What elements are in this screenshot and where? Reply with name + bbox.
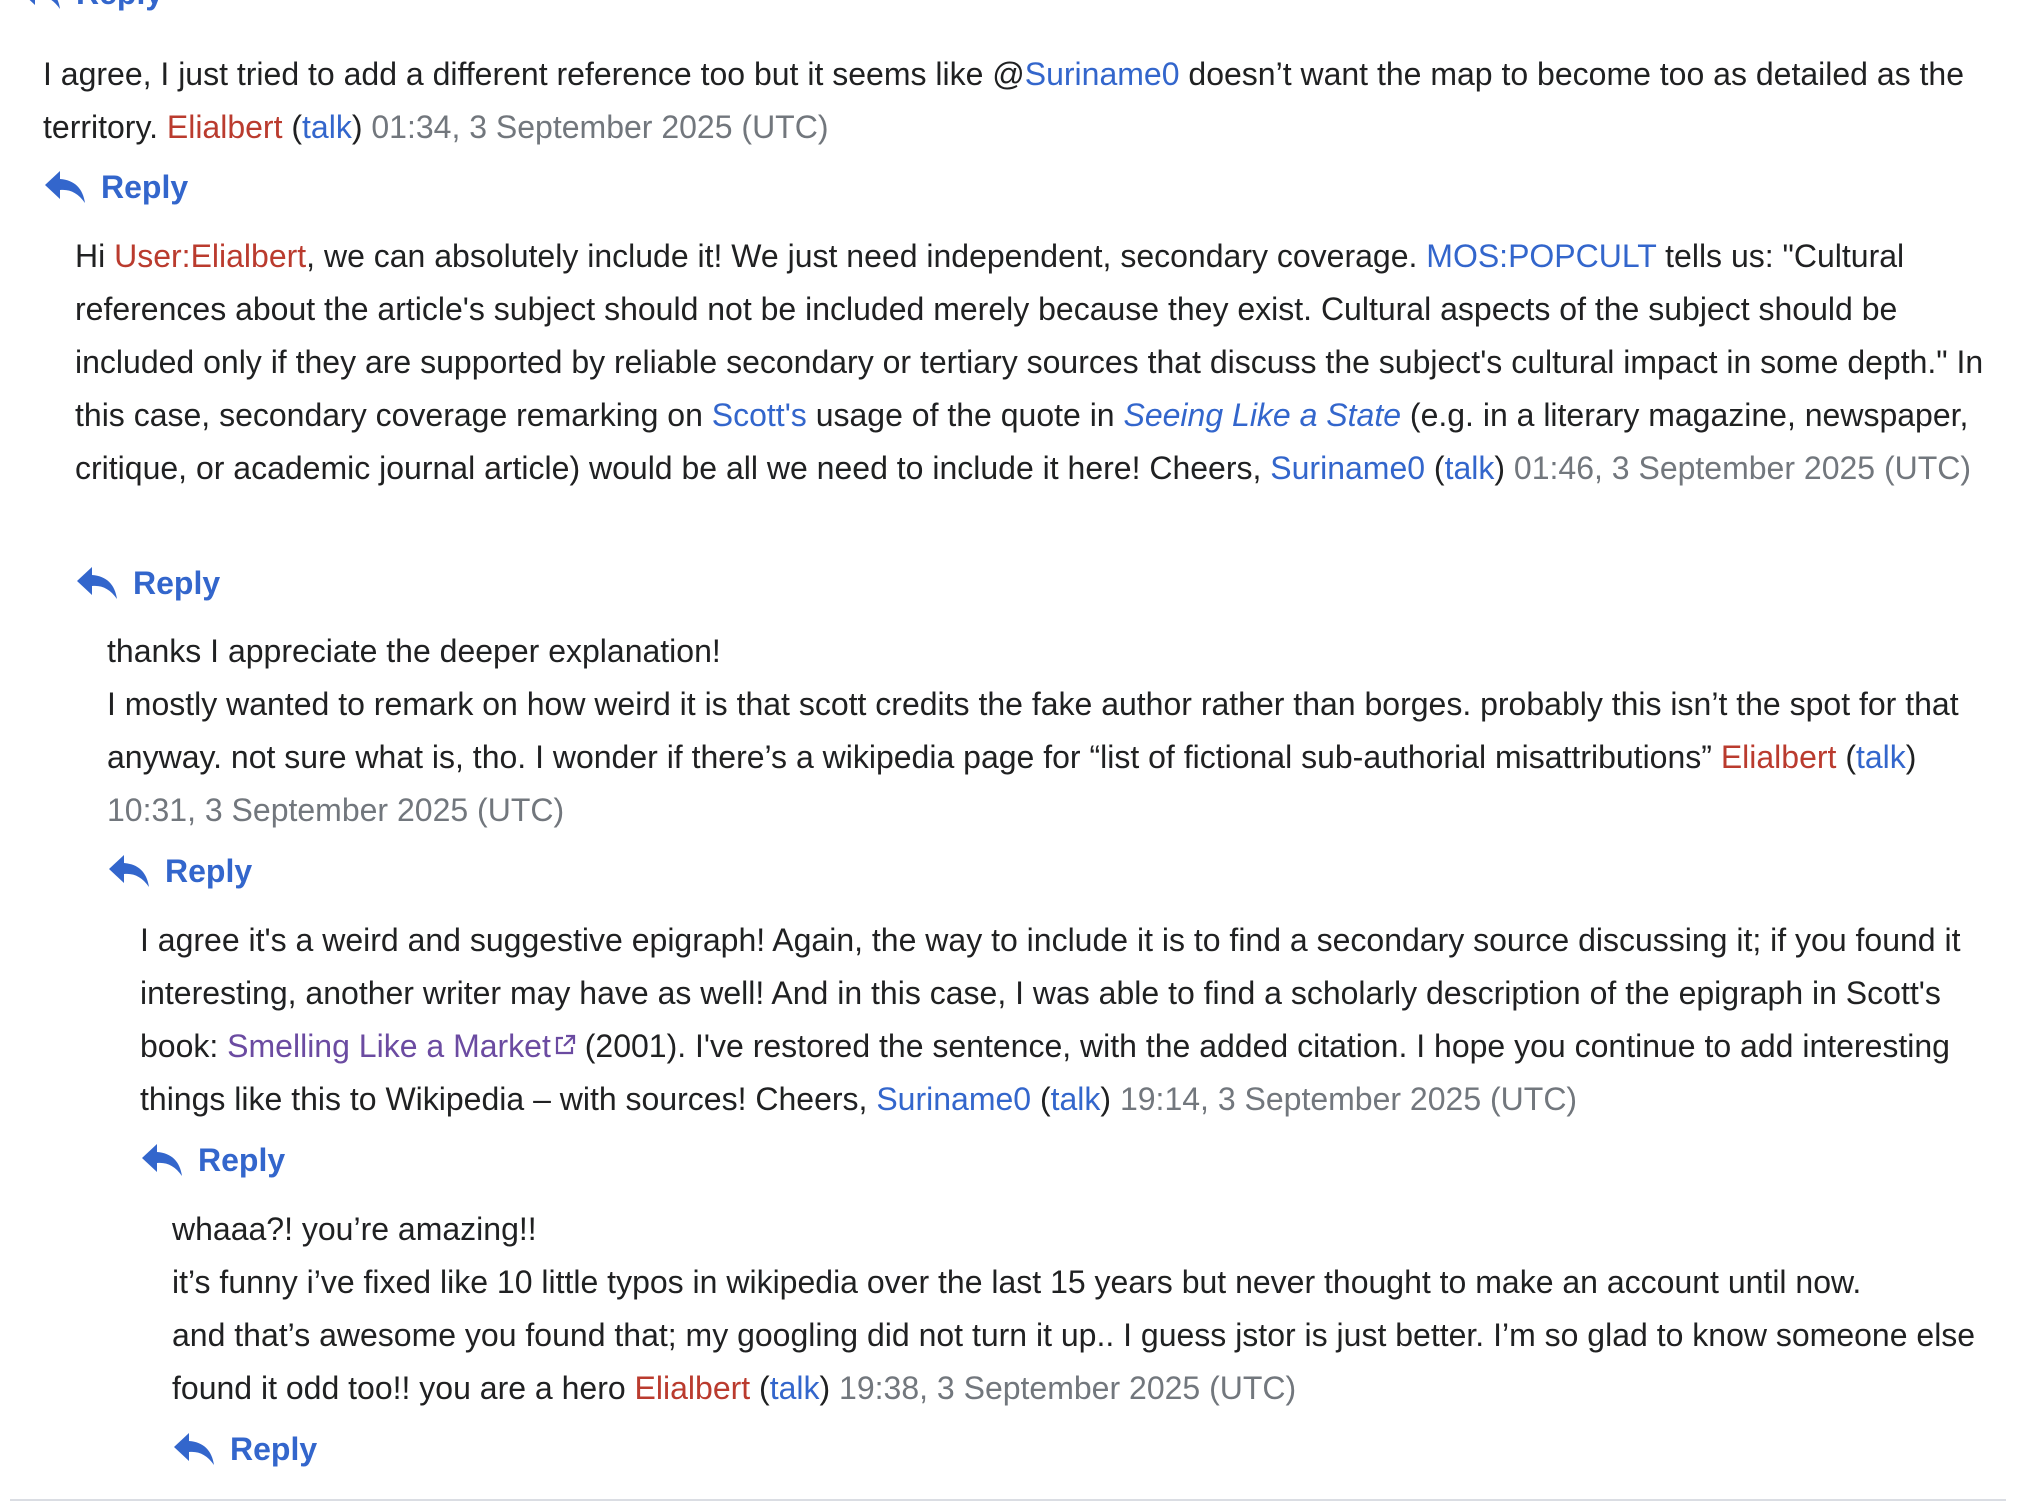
user-link[interactable]: Suriname0 [876, 1081, 1031, 1117]
comment-text: I mostly wanted to remark on how weird i… [107, 686, 1959, 828]
timestamp: 19:38, 3 September 2025 (UTC) [839, 1370, 1297, 1406]
reply-button[interactable]: Reply [18, 0, 163, 12]
comment: I agree it's a weird and suggestive epig… [140, 914, 2000, 1126]
external-link-icon [555, 1034, 575, 1055]
reply-button[interactable]: Reply [172, 1429, 317, 1469]
timestamp: 10:31, 3 September 2025 (UTC) [107, 792, 565, 828]
talk-link[interactable]: talk [1856, 739, 1906, 775]
timestamp: 01:46, 3 September 2025 (UTC) [1513, 450, 1972, 486]
timestamp: 01:34, 3 September 2025 (UTC) [371, 109, 829, 145]
comment-text: I agree it's a weird and suggestive epig… [140, 922, 1961, 1117]
reply-icon [142, 1144, 182, 1176]
comment: Hi User:Elialbert, we can absolutely inc… [75, 230, 1995, 495]
reply-icon [109, 855, 149, 887]
comment-text-line: thanks I appreciate the deeper explanati… [107, 633, 721, 669]
external-link[interactable]: Smelling Like a Market [227, 1028, 576, 1064]
comment: whaaa?! you’re amazing!! it’s funny i’ve… [172, 1203, 2002, 1415]
user-link[interactable]: Elialbert [167, 109, 283, 145]
talk-link[interactable]: talk [302, 109, 352, 145]
timestamp: 19:14, 3 September 2025 (UTC) [1119, 1081, 1578, 1117]
comment-text: Hi User:Elialbert, we can absolutely inc… [75, 238, 1984, 486]
reply-button[interactable]: Reply [140, 1140, 285, 1180]
reply-label: Reply [165, 852, 253, 889]
reply-icon [77, 567, 117, 599]
comment-text-line: whaaa?! you’re amazing!! [172, 1211, 537, 1247]
reply-label: Reply [198, 1141, 286, 1178]
comment-text: and that’s awesome you found that; my go… [172, 1317, 1976, 1406]
reply-button[interactable]: Reply [75, 563, 220, 603]
reply-button[interactable]: Reply [43, 167, 188, 207]
user-link[interactable]: Elialbert [635, 1370, 751, 1406]
comment-text-line: it’s funny i’ve fixed like 10 little typ… [172, 1264, 1862, 1300]
section-divider [10, 1499, 2006, 1501]
discussion-thread: Reply I agree, I just tried to add a dif… [0, 0, 2022, 1502]
reply-icon [45, 171, 85, 203]
reply-icon [29, 0, 60, 9]
comment: I agree, I just tried to add a different… [43, 48, 1993, 154]
book-link[interactable]: Seeing Like a State [1123, 397, 1401, 433]
reply-label: Reply [133, 564, 221, 601]
scott-link[interactable]: Scott's [712, 397, 807, 433]
talk-link[interactable]: talk [1051, 1081, 1101, 1117]
reply-label: Reply [230, 1430, 318, 1467]
reply-label: Reply [76, 0, 163, 12]
talk-link[interactable]: talk [770, 1370, 820, 1406]
mention-link[interactable]: Suriname0 [1025, 56, 1180, 92]
user-page-link[interactable]: User:Elialbert [114, 238, 306, 274]
comment: thanks I appreciate the deeper explanati… [107, 625, 1997, 837]
reply-button[interactable]: Reply [107, 851, 252, 891]
talk-link[interactable]: talk [1445, 450, 1495, 486]
user-link[interactable]: Elialbert [1721, 739, 1837, 775]
comment-text: I agree, I just tried to add a different… [43, 56, 1964, 145]
mos-popcult-link[interactable]: MOS:POPCULT [1426, 238, 1656, 274]
reply-label: Reply [101, 168, 189, 205]
reply-icon [174, 1433, 214, 1465]
user-link[interactable]: Suriname0 [1270, 450, 1425, 486]
